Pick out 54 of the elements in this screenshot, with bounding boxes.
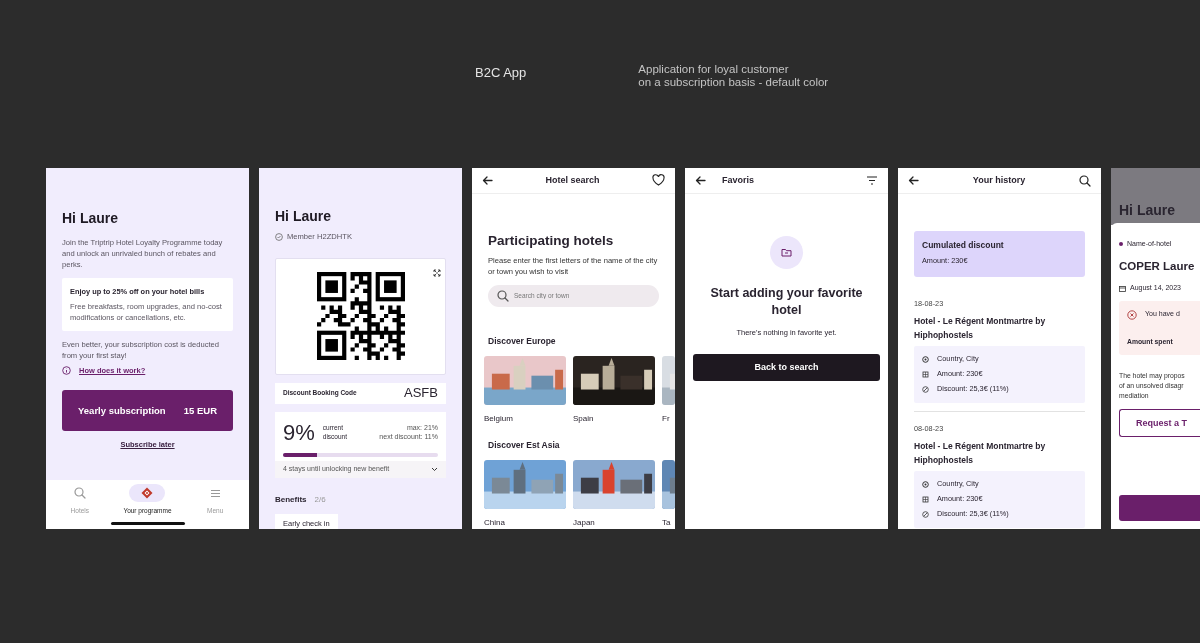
subscription-button[interactable]: Yearly subscription 15 EUR [62,390,233,432]
hotel-name: Hotel - Le Régent Montmartre by Hiphophostels [914,314,1047,342]
error-icon [1127,309,1137,320]
destination-name[interactable]: Spain [573,413,655,425]
back-arrow-icon[interactable] [908,176,919,185]
page-heading: Participating hotels [488,231,615,250]
section-title: Discover Est Asia [487,439,561,452]
status-dot [1119,242,1123,247]
screen-title: Favoris [722,173,755,187]
expand-icon[interactable] [433,269,441,277]
search-icon [73,487,86,499]
page-title: B2C App [475,65,527,82]
back-to-search-button[interactable]: Back to search [693,354,880,382]
booking-code: ASFB [404,384,438,403]
back-arrow-icon[interactable] [695,176,706,185]
screen-title: Hotel search [544,173,601,187]
percent-icon [922,510,929,518]
hotel-name: Hotel - Le Régent Montmartre by Hiphophostels [914,439,1047,467]
description-text: on a subscription basis - default color [638,76,829,89]
destination-name[interactable]: Fr [662,413,675,425]
section-title: Benefits [275,493,307,506]
chevron-down-icon [431,466,438,472]
destination-name[interactable]: Belgium [484,413,566,425]
folder-icon [781,248,792,257]
guest-name: COPER Laure [1119,258,1196,274]
destination-name[interactable]: Japan [573,517,655,529]
heart-icon[interactable] [652,174,665,187]
diamond-logo-icon [141,487,154,499]
back-arrow-icon[interactable] [482,175,493,185]
calendar-icon [1119,284,1126,292]
grid-icon [922,370,929,378]
section-title: Discover Europe [487,335,557,348]
search-icon [497,290,509,302]
description-text: Application for loyal customer [638,63,790,76]
benefit-count: 2/6 [314,493,326,506]
destination-name[interactable]: Ta [662,517,675,529]
percent-icon [922,385,929,393]
check-circle-icon [275,232,283,241]
menu-icon [209,488,221,498]
destination-name[interactable]: China [484,517,566,529]
greeting: Hi Laure [62,209,119,228]
empty-heading: Start adding your favorite hotel [709,285,864,319]
screen-title: Your history [971,173,1027,187]
grid-icon [922,495,929,503]
search-icon[interactable] [1079,174,1091,187]
request-button[interactable]: Request a T [1119,409,1200,438]
greeting: Hi Laure [1119,201,1175,220]
filter-icon[interactable] [866,176,878,185]
info-icon [62,366,71,376]
location-icon [922,480,929,488]
location-icon [922,355,929,363]
discount-value: 9% [283,418,315,447]
greeting: Hi Laure [275,207,332,226]
summary-title: Cumulated discount [922,239,1005,252]
